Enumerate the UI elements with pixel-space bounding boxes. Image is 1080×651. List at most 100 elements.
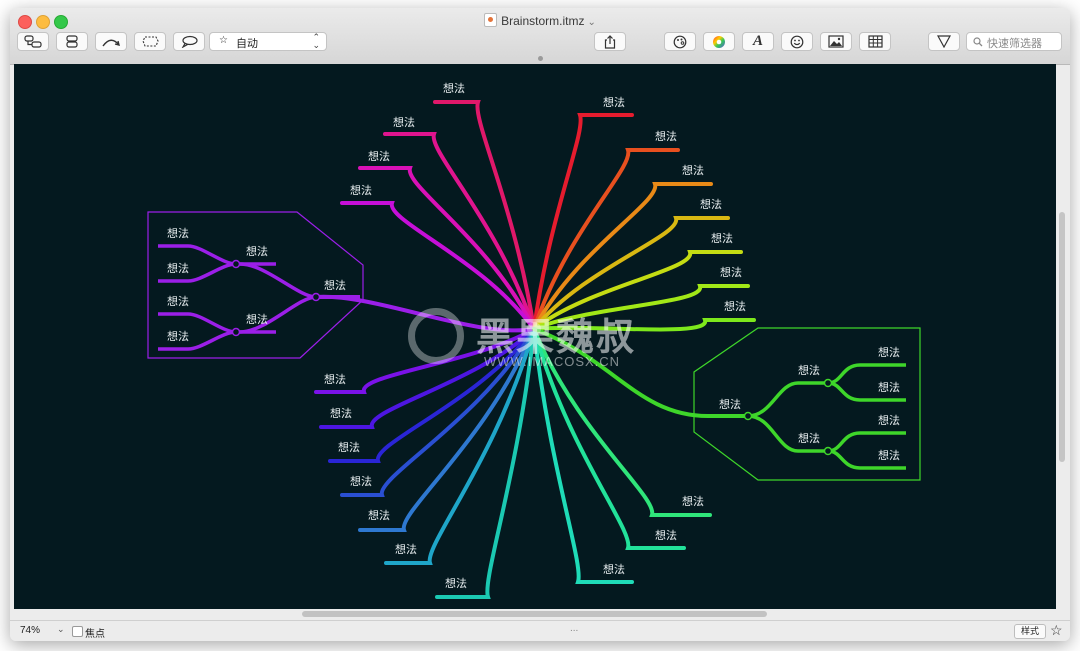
node-label-bottom-left-6[interactable]: 想法 [445,576,467,590]
right-leaf-label-0-0[interactable]: 想法 [878,345,900,359]
document-icon [484,13,498,27]
popup-arrows-icon: ⌃ ⌄ [312,32,320,50]
app-window: Brainstorm.itmz ⌄ ☆ 自动 ⌃ ⌄ A 快速筛选器 想法 想法… [10,8,1070,641]
relationship-arrow-icon [102,39,120,47]
filter-button[interactable] [928,32,960,51]
themes-button[interactable] [664,32,696,51]
quick-filter-field[interactable]: 快速筛选器 [966,32,1062,51]
left-leaf-label-0-1[interactable]: 想法 [167,261,189,275]
left-sub-knob-0 [231,259,241,269]
color-wheel-icon [713,35,725,48]
right-cluster-link [532,327,750,418]
node-label-top-1[interactable]: 想法 [393,115,415,129]
node-label-bottom-left-5[interactable]: 想法 [395,542,417,556]
search-icon [973,37,983,47]
horizontal-scrollbar[interactable] [302,611,767,617]
zoom-level[interactable]: 74% [20,625,40,636]
new-topic-button[interactable] [17,32,49,51]
callout-bubble-icon [181,35,198,48]
node-label-bottom-left-0[interactable]: 想法 [324,372,346,386]
boundary-icon [142,36,159,47]
node-label-bottom-left-4[interactable]: 想法 [368,508,390,522]
colors-button[interactable] [703,32,735,51]
focus-label: 焦点 [85,629,105,640]
branch-right-6 [532,318,756,332]
left-cluster-knob [311,292,321,302]
node-label-bottom-right-2[interactable]: 想法 [603,562,625,576]
right-leaf-label-1-1[interactable]: 想法 [878,448,900,462]
right-cluster-knob [743,411,753,421]
node-label-top-0[interactable]: 想法 [443,81,465,95]
node-label-bottom-right-1[interactable]: 想法 [655,528,677,542]
vertical-scrollbar[interactable] [1059,212,1065,462]
left-sub-label-0[interactable]: 想法 [246,244,268,258]
filter-funnel-icon [937,35,951,48]
node-label-bottom-left-1[interactable]: 想法 [330,406,352,420]
right-sub-knob-0 [823,378,833,388]
status-dots: ... [570,623,579,634]
left-leaf-label-1-1[interactable]: 想法 [167,329,189,343]
branch-bottom-left-0 [314,327,536,394]
share-icon [604,34,616,49]
share-button[interactable] [594,32,626,51]
left-cluster-label[interactable]: 想法 [324,278,346,292]
document-title-text: Brainstorm.itmz [501,14,585,28]
new-subtopic-button[interactable] [56,32,88,51]
fonts-button[interactable]: A [742,32,774,51]
branch-top-3 [340,201,536,331]
left-leaf-label-1-0[interactable]: 想法 [167,294,189,308]
node-label-bottom-left-3[interactable]: 想法 [350,474,372,488]
right-sub-link-0 [747,381,828,418]
layout-style-value: 自动 [236,38,258,50]
branch-right-0 [532,113,634,331]
node-label-bottom-right-0[interactable]: 想法 [682,494,704,508]
chevron-down-icon: ⌄ [587,17,596,28]
node-label-right-2[interactable]: 想法 [682,163,704,177]
mindmap-canvas[interactable]: 想法 想法 想法 想法 想法 想法 想法 想法 想法 想法 想法 想法 想法 想法 想法 想法 想法 想法 想法 想法… [14,64,1056,609]
right-leaf-label-1-0[interactable]: 想法 [878,413,900,427]
image-icon [828,35,844,48]
node-label-right-5[interactable]: 想法 [720,265,742,279]
node-label-bottom-left-2[interactable]: 想法 [338,440,360,454]
root-node [527,322,541,336]
topic-node-icon [24,35,42,48]
node-label-right-3[interactable]: 想法 [700,197,722,211]
palette-icon [673,35,687,48]
node-label-top-2[interactable]: 想法 [368,149,390,163]
callout-button[interactable] [173,32,205,51]
boundary-button[interactable] [134,32,166,51]
right-sub-label-1[interactable]: 想法 [798,431,820,445]
left-sub-knob-1 [231,327,241,337]
outline-button[interactable] [859,32,891,51]
layout-style-popup[interactable]: ☆ 自动 ⌃ ⌄ [209,32,327,51]
star-icon[interactable]: ☆ [1050,622,1063,639]
chevron-down-icon[interactable]: ⌄ [57,624,65,635]
resize-handle-dot[interactable] [538,56,543,61]
right-sub-label-0[interactable]: 想法 [798,363,820,377]
table-grid-icon [867,35,883,48]
node-label-right-4[interactable]: 想法 [711,231,733,245]
document-title[interactable]: Brainstorm.itmz ⌄ [10,13,1070,28]
left-leaf-label-0-0[interactable]: 想法 [167,226,189,240]
left-sub-label-1[interactable]: 想法 [246,312,268,326]
right-sub-knob-1 [823,446,833,456]
font-a-icon: A [752,33,763,49]
stickers-button[interactable] [781,32,813,51]
node-label-right-0[interactable]: 想法 [603,95,625,109]
left-sub-link-0 [239,262,317,299]
focus-checkbox[interactable] [72,626,83,637]
quick-filter-placeholder: 快速筛选器 [987,38,1042,50]
right-cluster-label[interactable]: 想法 [719,397,741,411]
image-button[interactable] [820,32,852,51]
node-label-right-6[interactable]: 想法 [724,299,746,313]
node-label-right-1[interactable]: 想法 [655,129,677,143]
star-icon: ☆ [219,35,228,46]
style-button[interactable]: 样式 [1014,624,1046,639]
mindmap-svg[interactable]: 想法想法想法想法想法想法想法想法想法想法想法想法想法想法想法想法想法想法想法想法… [14,64,1056,609]
right-leaf-label-0-1[interactable]: 想法 [878,380,900,394]
relationship-button[interactable] [95,32,127,51]
node-label-top-3[interactable]: 想法 [350,183,372,197]
smiley-icon [790,35,804,48]
status-bar: 74% ⌄ 焦点 ... 样式 ☆ [10,620,1070,641]
subtopic-node-icon [66,35,78,48]
